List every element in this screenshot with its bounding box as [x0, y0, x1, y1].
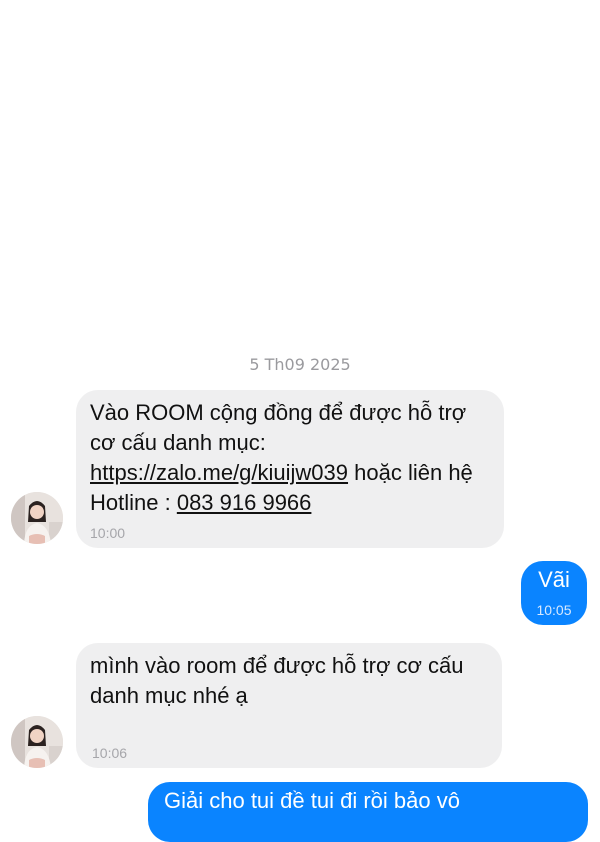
message-bubble-outgoing[interactable]: Giải cho tui đề tui đi rồi bảo vô — [148, 782, 588, 842]
message-text: Giải cho tui đề tui đi rồi bảo vô — [164, 788, 460, 813]
group-link[interactable]: https://zalo.me/g/kiuijw039 — [90, 460, 348, 485]
message-bubble-outgoing[interactable]: Vãi 10:05 — [521, 561, 587, 625]
hotline-link[interactable]: 083 916 9966 — [177, 490, 312, 515]
avatar-photo-icon — [11, 492, 63, 544]
message-time: 10:00 — [90, 525, 126, 541]
avatar-photo-icon — [11, 716, 63, 768]
message-bubble-incoming[interactable]: Vào ROOM cộng đồng để được hỗ trợ cơ cấu… — [76, 390, 504, 548]
contact-avatar[interactable] — [11, 716, 63, 768]
message-time: 10:06 — [92, 745, 128, 761]
message-text: Vãi — [538, 567, 570, 592]
message-text: mình vào room để được hỗ trợ cơ cấu danh… — [90, 653, 464, 708]
contact-avatar[interactable] — [11, 492, 63, 544]
message-text: Vào ROOM cộng đồng để được hỗ trợ cơ cấu… — [90, 400, 467, 455]
date-separator: 5 Th09 2025 — [249, 355, 351, 374]
message-time: 10:05 — [536, 602, 572, 618]
message-bubble-incoming[interactable]: mình vào room để được hỗ trợ cơ cấu danh… — [76, 643, 502, 768]
chat-thread[interactable]: 5 Th09 2025 Vào ROOM cộng đồng để được h… — [0, 0, 600, 842]
